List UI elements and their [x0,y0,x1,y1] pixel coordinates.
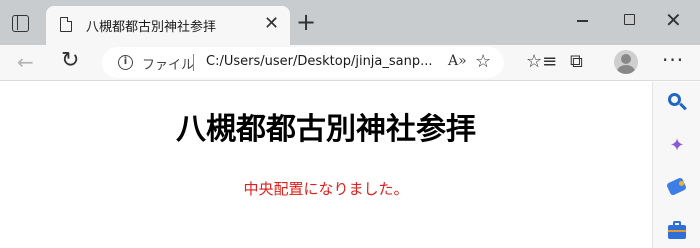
tab-title: 八槻都都古別神社参拝 [86,20,217,35]
search-icon[interactable] [665,90,689,114]
copilot-icon[interactable]: ✦ [665,134,689,158]
profile-avatar[interactable] [614,50,638,74]
info-icon[interactable]: i [118,55,133,70]
shopping-tag-icon[interactable] [665,175,689,199]
reload-button[interactable]: ↻ [61,48,79,74]
document-icon [60,17,72,32]
collections-icon[interactable]: ⧉ [570,50,583,74]
favorites-icon[interactable]: ☆≡ [526,50,557,74]
add-favorite-icon[interactable]: ☆ [475,51,491,73]
new-tab-button[interactable]: + [296,10,316,34]
address-bar[interactable]: i ファイル C:/Users/user/Desktop/jinja_sanp.… [102,47,504,78]
url-text[interactable]: C:/Users/user/Desktop/jinja_sanp... [206,54,433,69]
tools-briefcase-icon[interactable] [665,218,689,242]
address-divider [193,54,194,71]
more-menu-button[interactable]: ··· [662,48,684,72]
browser-titlebar: 八槻都都古別神社参拝 ✕ + ✕ [0,0,700,45]
page-message: 中央配置になりました。 [243,180,409,198]
tab-actions-icon[interactable] [12,15,29,32]
read-aloud-icon[interactable]: A» [448,53,467,69]
window-close-button[interactable]: ✕ [665,8,682,32]
page-content: 八槻都都古別神社参拝 中央配置になりました。 [0,82,652,248]
browser-sidebar: ✦ [652,82,700,248]
browser-toolbar: ← ↻ i ファイル C:/Users/user/Desktop/jinja_s… [0,45,700,81]
tab-active[interactable]: 八槻都都古別神社参拝 ✕ [46,6,290,45]
page-title: 八槻都都古別神社参拝 [176,112,476,147]
back-button[interactable]: ← [17,50,34,74]
protocol-label: ファイル [142,58,195,73]
minimize-button[interactable] [577,20,588,22]
tab-close-icon[interactable]: ✕ [264,13,279,35]
maximize-button[interactable] [624,14,635,25]
